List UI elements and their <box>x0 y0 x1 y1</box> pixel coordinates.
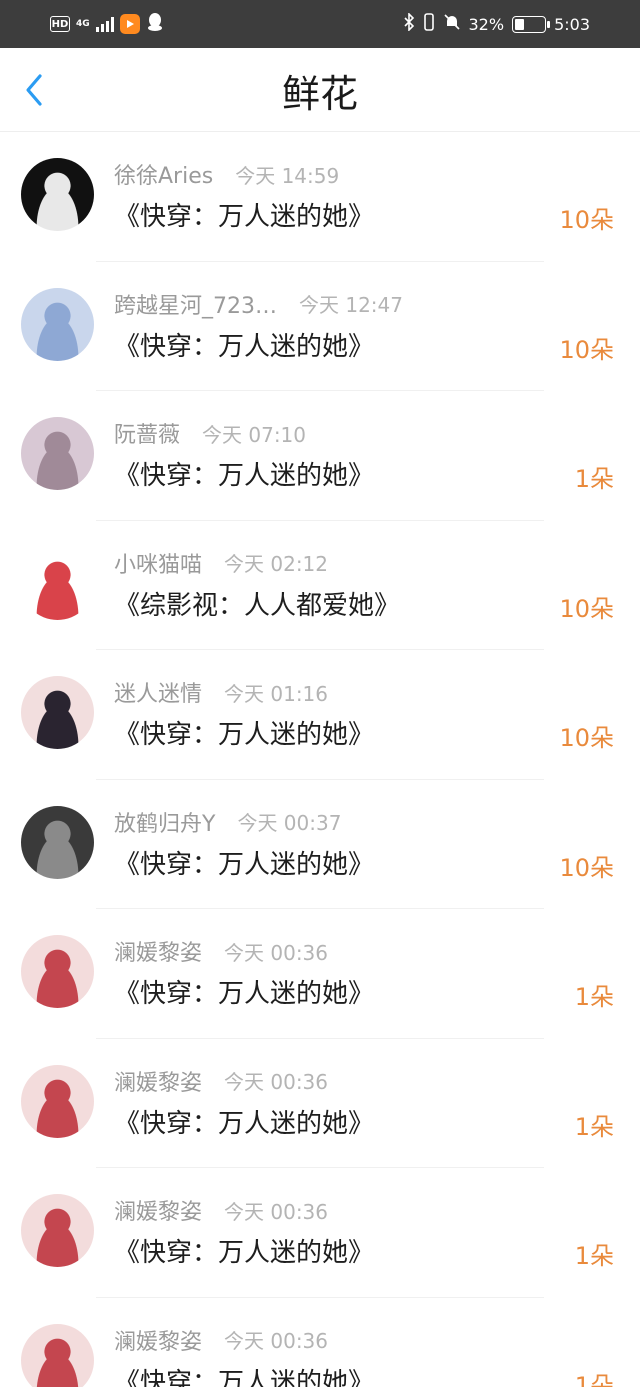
flower-amount: 10朵 <box>559 594 614 623</box>
app-notification-icon <box>119 14 140 34</box>
book-title[interactable]: 《快穿：万人迷的她》 <box>114 846 374 884</box>
avatar[interactable] <box>21 1323 94 1387</box>
record-meta: 澜媛黎姿 今天 00:36 <box>114 1065 329 1097</box>
user-name[interactable]: 澜媛黎姿 <box>114 1194 202 1226</box>
avatar[interactable] <box>21 935 94 1008</box>
timestamp: 今天 00:36 <box>224 940 329 965</box>
flower-amount: 1朵 <box>574 1371 614 1387</box>
timestamp: 今天 01:16 <box>224 681 329 706</box>
page-title: 鲜花 <box>281 72 358 116</box>
avatar[interactable] <box>21 1064 94 1138</box>
flower-amount: 10朵 <box>559 335 614 364</box>
list-item[interactable]: 跨越星河_723… 今天 12:47 《快穿：万人迷的她》 10朵 <box>0 262 640 391</box>
user-name[interactable]: 小咪猫喵 <box>114 547 202 579</box>
record-meta: 阮蔷薇 今天 07:10 <box>114 417 307 449</box>
avatar[interactable] <box>21 1194 94 1267</box>
timestamp: 今天 00:37 <box>237 811 342 835</box>
battery-percent: 32% <box>468 14 505 34</box>
flower-amount: 10朵 <box>559 724 614 752</box>
flower-amount: 1朵 <box>574 465 614 493</box>
bluetooth-icon <box>403 12 415 35</box>
record-meta: 跨越星河_723… 今天 12:47 <box>114 288 403 320</box>
record-meta: 徐徐Aries 今天 14:59 <box>114 158 340 190</box>
flower-amount: 1朵 <box>574 1112 614 1141</box>
user-name[interactable]: 澜媛黎姿 <box>114 935 202 967</box>
user-name[interactable]: 徐徐Aries <box>114 158 213 190</box>
avatar[interactable] <box>21 676 94 749</box>
list-item[interactable]: 小咪猫喵 今天 02:12 《综影视：人人都爱她》 10朵 <box>0 521 640 650</box>
timestamp: 今天 14:59 <box>235 163 340 188</box>
avatar[interactable] <box>21 287 94 361</box>
avatar[interactable] <box>21 158 94 231</box>
timestamp: 今天 00:36 <box>224 1199 329 1224</box>
hd-icon: HD <box>50 16 70 32</box>
flower-amount: 10朵 <box>559 206 614 234</box>
list-item[interactable]: 澜媛黎姿 今天 00:36 《快穿：万人迷的她》 1朵 <box>0 909 640 1039</box>
flower-amount: 10朵 <box>559 853 614 882</box>
timestamp: 今天 00:36 <box>224 1070 329 1094</box>
timestamp: 今天 02:12 <box>224 552 329 576</box>
list-item[interactable]: 澜媛黎姿 今天 00:36 《快穿：万人迷的她》 1朵 <box>0 1168 640 1298</box>
record-meta: 放鹤归舟Y 今天 00:37 <box>114 806 342 838</box>
timestamp: 今天 00:36 <box>224 1329 329 1353</box>
list-item[interactable]: 澜媛黎姿 今天 00:36 《快穿：万人迷的她》 1朵 <box>0 1298 640 1387</box>
book-title[interactable]: 《快穿：万人迷的她》 <box>114 1105 374 1143</box>
user-name[interactable]: 澜媛黎姿 <box>114 1324 202 1356</box>
status-right-icons: 32% 5:03 <box>403 12 590 36</box>
status-left-icons: HD 4G <box>50 13 164 35</box>
signal-icon <box>95 16 114 32</box>
qq-icon <box>146 12 164 36</box>
user-name[interactable]: 放鹤归舟Y <box>114 806 215 838</box>
list-item[interactable]: 澜媛黎姿 今天 00:36 《快穿：万人迷的她》 1朵 <box>0 1039 640 1168</box>
avatar[interactable] <box>21 546 94 620</box>
book-title[interactable]: 《快穿：万人迷的她》 <box>114 328 374 366</box>
record-meta: 迷人迷情 今天 01:16 <box>114 676 329 708</box>
vibrate-icon <box>423 13 435 35</box>
book-title[interactable]: 《快穿：万人迷的她》 <box>114 1364 374 1387</box>
book-title[interactable]: 《快穿：万人迷的她》 <box>114 975 374 1013</box>
timestamp: 今天 12:47 <box>299 293 403 317</box>
status-bar: HD 4G 32% 5:03 <box>0 0 640 48</box>
list-item[interactable]: 迷人迷情 今天 01:16 《快穿：万人迷的她》 10朵 <box>0 650 640 780</box>
book-title[interactable]: 《快穿：万人迷的她》 <box>114 198 374 236</box>
user-name[interactable]: 阮蔷薇 <box>114 417 180 449</box>
list-item[interactable]: 徐徐Aries 今天 14:59 《快穿：万人迷的她》 10朵 <box>0 132 640 262</box>
user-name[interactable]: 跨越星河_723… <box>114 288 277 320</box>
book-title[interactable]: 《综影视：人人都爱她》 <box>114 587 400 625</box>
flower-amount: 1朵 <box>574 1242 614 1270</box>
avatar[interactable] <box>21 805 94 879</box>
record-meta: 小咪猫喵 今天 02:12 <box>114 547 329 579</box>
network-type-label: 4G <box>76 18 90 29</box>
user-name[interactable]: 迷人迷情 <box>114 676 202 708</box>
clock: 5:03 <box>554 14 590 34</box>
record-meta: 澜媛黎姿 今天 00:36 <box>114 935 329 967</box>
flower-records-list: 徐徐Aries 今天 14:59 《快穿：万人迷的她》 10朵 跨越星河_723… <box>0 132 640 1387</box>
list-item[interactable]: 放鹤归舟Y 今天 00:37 《快穿：万人迷的她》 10朵 <box>0 780 640 909</box>
battery-icon <box>512 15 551 33</box>
list-item[interactable]: 阮蔷薇 今天 07:10 《快穿：万人迷的她》 1朵 <box>0 391 640 521</box>
flower-amount: 1朵 <box>574 983 614 1011</box>
record-meta: 澜媛黎姿 今天 00:36 <box>114 1324 329 1356</box>
mute-icon <box>443 13 461 35</box>
book-title[interactable]: 《快穿：万人迷的她》 <box>114 457 374 495</box>
book-title[interactable]: 《快穿：万人迷的她》 <box>114 1234 374 1272</box>
user-name[interactable]: 澜媛黎姿 <box>114 1065 202 1097</box>
avatar[interactable] <box>21 417 94 490</box>
battery-level-fill <box>515 18 525 30</box>
timestamp: 今天 07:10 <box>202 422 307 447</box>
book-title[interactable]: 《快穿：万人迷的她》 <box>114 716 374 754</box>
record-meta: 澜媛黎姿 今天 00:36 <box>114 1194 329 1226</box>
navigation-bar: 鲜花 <box>0 48 640 132</box>
